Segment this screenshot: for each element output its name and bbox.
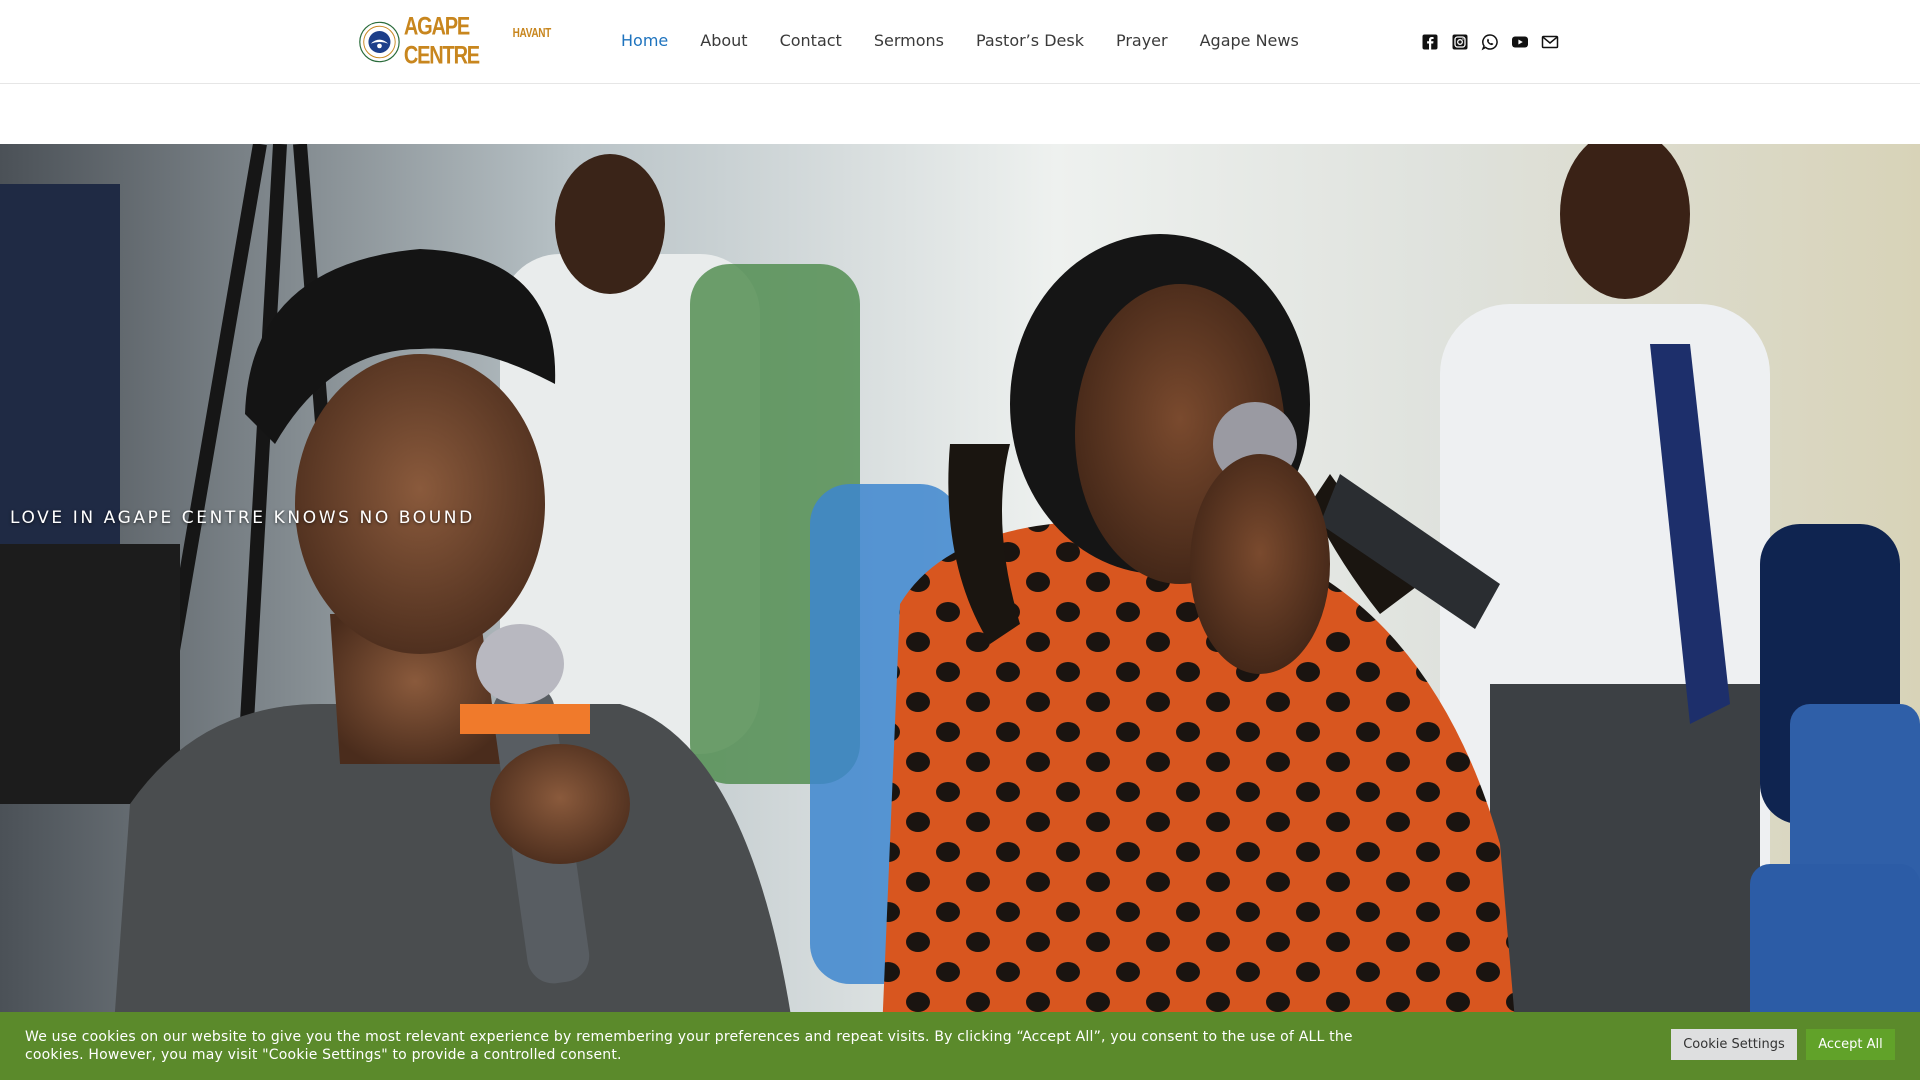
nav-agape-news[interactable]: Agape News	[1200, 30, 1299, 52]
whatsapp-icon[interactable]	[1481, 33, 1499, 51]
site-header: AGAPE CENTRE HAVANT Home About Contact S…	[0, 0, 1920, 84]
hero-banner: LOVE IN AGAPE CENTRE KNOWS NO BOUND	[0, 144, 1920, 1080]
site-logo[interactable]: AGAPE CENTRE HAVANT	[359, 13, 552, 70]
nav-pastors-desk[interactable]: Pastor’s Desk	[976, 30, 1084, 52]
accept-all-button[interactable]: Accept All	[1806, 1029, 1895, 1060]
social-links	[1421, 33, 1571, 51]
logo-location: HAVANT	[512, 26, 552, 41]
hero-tagline: LOVE IN AGAPE CENTRE KNOWS NO BOUND	[10, 508, 475, 528]
cookie-consent-bar: We use cookies on our website to give yo…	[0, 1012, 1920, 1080]
facebook-icon[interactable]	[1421, 33, 1439, 51]
nav-prayer[interactable]: Prayer	[1116, 30, 1168, 52]
main-nav: Home About Contact Sermons Pastor’s Desk…	[621, 30, 1331, 52]
cookie-settings-button[interactable]: Cookie Settings	[1671, 1029, 1797, 1060]
worship-photo	[0, 144, 1920, 1080]
logo-wordmark: AGAPE CENTRE HAVANT	[404, 13, 552, 69]
logo-name: AGAPE CENTRE	[403, 13, 480, 70]
email-icon[interactable]	[1541, 33, 1559, 51]
nav-sermons[interactable]: Sermons	[874, 30, 944, 52]
nav-contact[interactable]: Contact	[780, 30, 842, 52]
cookie-message: We use cookies on our website to give yo…	[25, 1029, 1353, 1063]
nav-home[interactable]: Home	[621, 30, 668, 52]
instagram-icon[interactable]	[1451, 33, 1469, 51]
rccg-seal-icon	[359, 21, 400, 63]
nav-about[interactable]: About	[700, 30, 747, 52]
youtube-icon[interactable]	[1511, 33, 1529, 51]
